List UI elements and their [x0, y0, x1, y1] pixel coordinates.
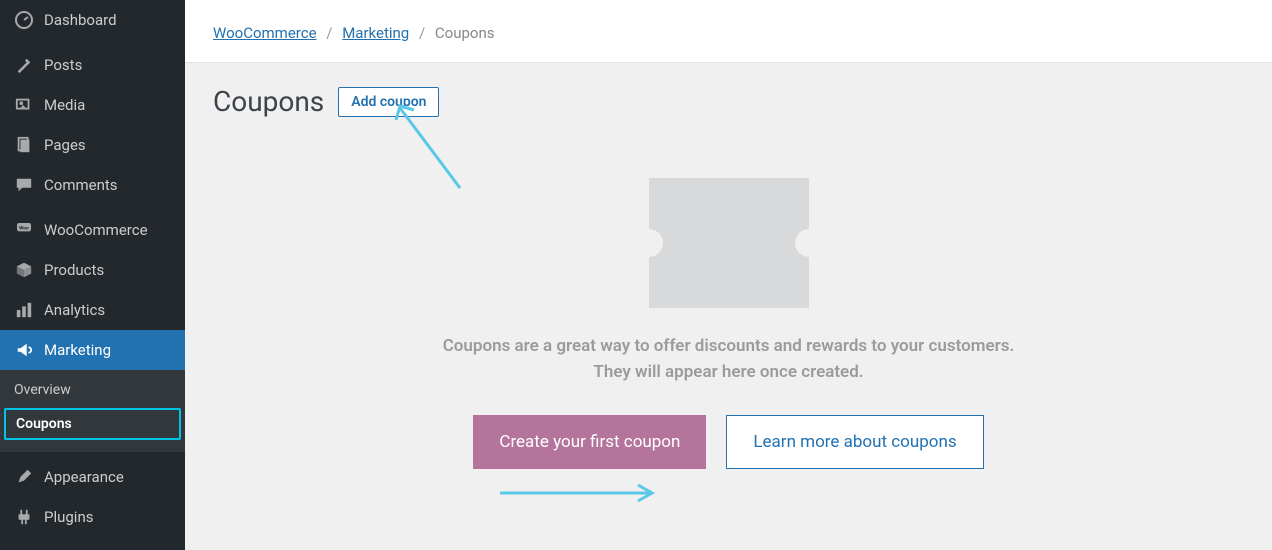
sidebar-item-label: Posts: [44, 56, 82, 74]
sidebar-item-label: WooCommerce: [44, 221, 148, 239]
sidebar-item-label: Comments: [44, 176, 118, 194]
main-content: WooCommerce / Marketing / Coupons Coupon…: [185, 0, 1272, 550]
sidebar-item-media[interactable]: Media: [0, 85, 185, 125]
breadcrumb-marketing[interactable]: Marketing: [342, 24, 409, 42]
media-icon: [14, 95, 34, 115]
breadcrumb: WooCommerce / Marketing / Coupons: [185, 0, 1272, 56]
page-title: Coupons: [213, 85, 324, 118]
sidebar-item-label: Marketing: [44, 341, 111, 359]
sidebar-item-label: Analytics: [44, 301, 105, 319]
ticket-icon: [649, 178, 809, 308]
woocommerce-icon: Woo: [14, 220, 34, 240]
sidebar-item-analytics[interactable]: Analytics: [0, 290, 185, 330]
annotation-arrow: [500, 478, 660, 512]
submenu-coupons[interactable]: Coupons: [4, 408, 181, 440]
pin-icon: [14, 55, 34, 75]
sidebar-item-label: Dashboard: [44, 11, 117, 29]
plugins-icon: [14, 507, 34, 527]
learn-more-coupons-button[interactable]: Learn more about coupons: [726, 415, 983, 469]
breadcrumb-current: Coupons: [435, 24, 495, 42]
empty-state-text: Coupons are a great way to offer discoun…: [429, 334, 1029, 385]
admin-sidebar: Dashboard Posts Media Pages Comments Woo…: [0, 0, 185, 550]
sidebar-item-comments[interactable]: Comments: [0, 165, 185, 205]
create-first-coupon-button[interactable]: Create your first coupon: [473, 415, 706, 469]
sidebar-item-label: Appearance: [44, 468, 124, 486]
sidebar-item-plugins[interactable]: Plugins: [0, 497, 185, 537]
sidebar-item-appearance[interactable]: Appearance: [0, 457, 185, 497]
sidebar-item-label: Media: [44, 96, 85, 114]
breadcrumb-sep: /: [326, 24, 332, 42]
sidebar-item-marketing[interactable]: Marketing: [0, 330, 185, 370]
sidebar-item-products[interactable]: Products: [0, 250, 185, 290]
breadcrumb-woocommerce[interactable]: WooCommerce: [213, 24, 317, 42]
appearance-icon: [14, 467, 34, 487]
sidebar-item-woocommerce[interactable]: Woo WooCommerce: [0, 210, 185, 250]
sidebar-item-label: Pages: [44, 136, 86, 154]
marketing-icon: [14, 340, 34, 360]
sidebar-item-label: Products: [44, 261, 104, 279]
dashboard-icon: [14, 10, 34, 30]
sidebar-item-posts[interactable]: Posts: [0, 45, 185, 85]
products-icon: [14, 260, 34, 280]
analytics-icon: [14, 300, 34, 320]
marketing-submenu: Overview Coupons: [0, 370, 185, 452]
pages-icon: [14, 135, 34, 155]
sidebar-item-dashboard[interactable]: Dashboard: [0, 0, 185, 40]
submenu-overview[interactable]: Overview: [0, 374, 185, 406]
comment-icon: [14, 175, 34, 195]
svg-text:Woo: Woo: [19, 225, 29, 231]
add-coupon-button[interactable]: Add coupon: [338, 87, 439, 117]
empty-state: Coupons are a great way to offer discoun…: [213, 178, 1244, 469]
breadcrumb-sep: /: [419, 24, 425, 42]
sidebar-item-pages[interactable]: Pages: [0, 125, 185, 165]
sidebar-item-label: Plugins: [44, 508, 93, 526]
